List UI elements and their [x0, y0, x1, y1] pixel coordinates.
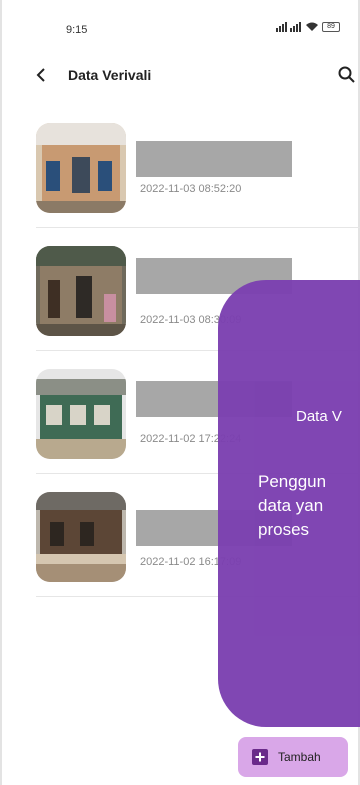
add-button[interactable]: Tambah	[238, 737, 348, 777]
house-photo-image	[36, 369, 126, 459]
search-icon[interactable]	[336, 64, 358, 86]
app-bar: Data Verivali	[0, 58, 360, 94]
list-item[interactable]: 2022-11-03 08:52:20	[36, 105, 360, 228]
status-time: 9:15	[66, 24, 88, 36]
onboarding-tooltip: Data V Penggun data yan proses	[218, 280, 360, 727]
house-photo-image	[36, 246, 126, 336]
status-icons: 89	[276, 22, 340, 32]
tooltip-line: proses	[258, 520, 310, 539]
house-photo-image	[36, 123, 126, 213]
tooltip-body: Penggun data yan proses	[258, 470, 326, 542]
house-photo-thumbnail	[36, 369, 126, 459]
screen-left-edge	[0, 0, 2, 785]
tooltip-line: data yan	[258, 496, 324, 515]
house-photo-thumbnail	[36, 492, 126, 582]
add-box-icon	[252, 749, 268, 765]
house-photo-thumbnail	[36, 123, 126, 213]
house-photo-thumbnail	[36, 246, 126, 336]
back-arrow-icon[interactable]	[30, 64, 52, 86]
house-photo-image	[36, 492, 126, 582]
wifi-icon	[306, 22, 318, 31]
item-date: 2022-11-03 08:52:20	[140, 183, 242, 195]
tooltip-title: Data V	[296, 408, 342, 425]
page-title: Data Verivali	[68, 67, 152, 83]
add-button-label: Tambah	[278, 750, 321, 764]
battery-icon: 89	[322, 22, 340, 32]
tooltip-line: Penggun	[258, 472, 327, 491]
status-bar: 9:15 89	[0, 0, 360, 40]
redacted-name	[136, 141, 292, 177]
signal-icon	[276, 22, 301, 32]
